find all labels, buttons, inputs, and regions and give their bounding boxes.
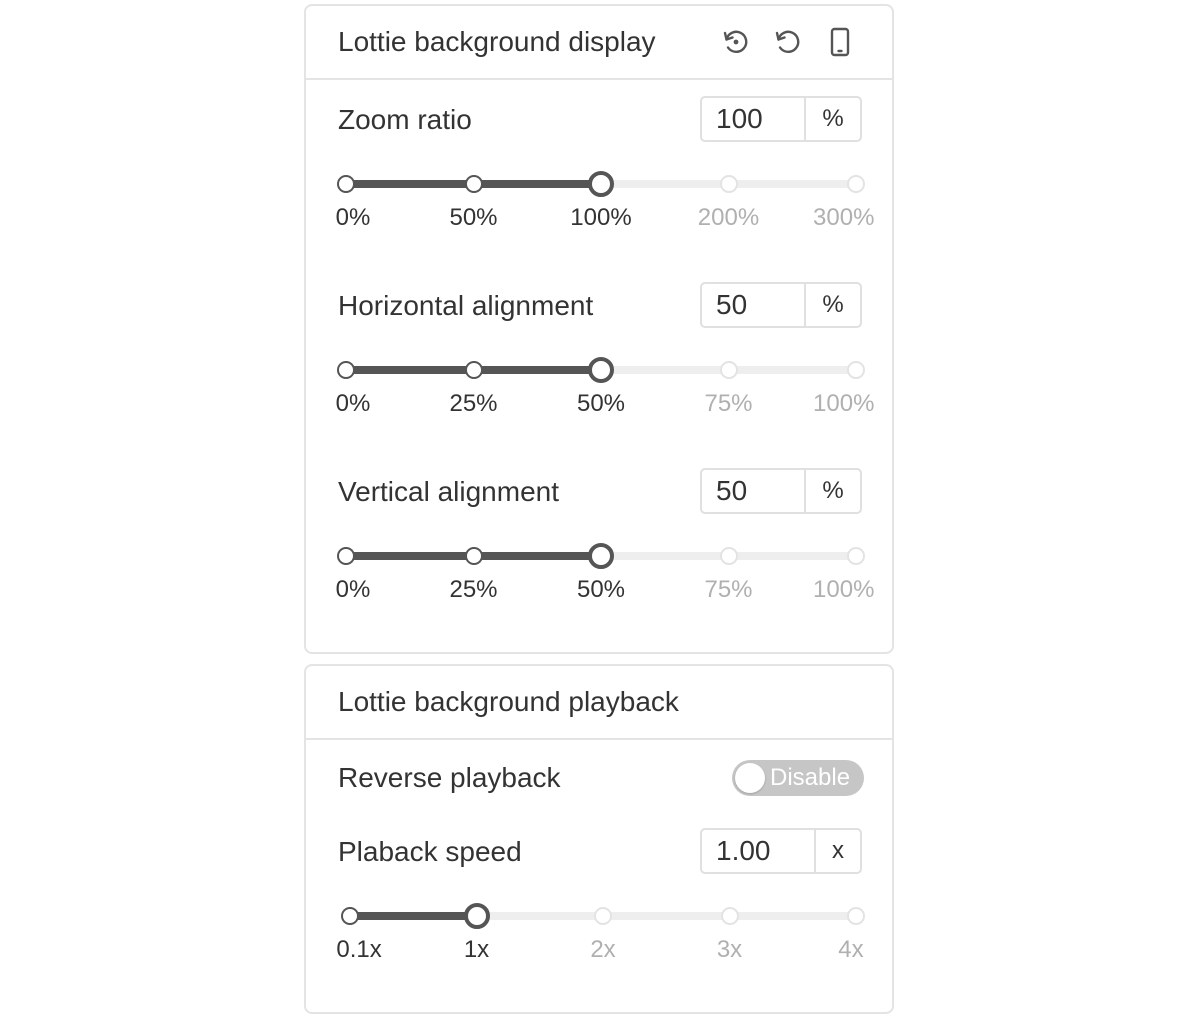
playback-speed-input[interactable]	[702, 830, 818, 872]
vertical-alignment-label: Vertical alignment	[338, 476, 560, 507]
horizontal-alignment-slider-handle[interactable]	[588, 357, 614, 383]
slider-step-dot[interactable]	[337, 361, 355, 379]
horizontal-alignment-unit: %	[804, 284, 860, 326]
slider-mark-label[interactable]: 0%	[336, 576, 371, 604]
slider-step-dot[interactable]	[464, 361, 483, 379]
playback-speed-field: x	[700, 828, 862, 874]
slider-step-dot[interactable]	[847, 175, 865, 193]
slider-mark-label[interactable]: 300%	[813, 204, 874, 232]
slider-mark-label[interactable]: 100%	[570, 204, 631, 232]
slider-step-dot[interactable]	[720, 907, 739, 925]
display-panel-title: Lottie background display	[338, 26, 656, 57]
slider-mark-label[interactable]: 25%	[449, 390, 497, 418]
slider-step-dot[interactable]	[719, 175, 738, 193]
zoom-ratio-label: Zoom ratio	[338, 104, 472, 135]
slider-step-dot[interactable]	[464, 175, 483, 193]
slider-mark-label[interactable]: 50%	[449, 204, 497, 232]
playback-panel-header: Lottie background playback	[306, 666, 892, 740]
slider-mark-label[interactable]: 2x	[590, 936, 615, 964]
display-panel: Lottie background display Zoom ratio 100…	[304, 4, 894, 654]
horizontal-alignment-field: %	[700, 282, 862, 328]
slider-step-dot[interactable]	[719, 547, 738, 565]
slider-mark-label[interactable]: 0%	[336, 390, 371, 418]
slider-step-dot[interactable]	[337, 175, 355, 193]
slider-mark-label[interactable]: 100%	[813, 576, 874, 604]
zoom-ratio-unit: %	[804, 98, 860, 140]
toggle-knob	[735, 763, 765, 793]
slider-mark-label[interactable]: 50%	[577, 390, 625, 418]
playback-panel: Lottie background playback Reverse playb…	[304, 664, 894, 1014]
zoom-ratio-slider-handle[interactable]	[588, 171, 614, 197]
vertical-alignment-input[interactable]	[702, 470, 808, 512]
slider-mark-label[interactable]: 4x	[838, 936, 863, 964]
slider-mark-label[interactable]: 25%	[449, 576, 497, 604]
playback-speed-slider-track	[350, 912, 477, 920]
reverse-playback-label: Reverse playback	[338, 762, 561, 793]
vertical-alignment-field: %	[700, 468, 862, 514]
slider-step-dot[interactable]	[847, 907, 865, 925]
vertical-alignment-slider-handle[interactable]	[588, 543, 614, 569]
horizontal-alignment-slider[interactable]: 0% 25% 50% 75% 100%	[306, 357, 892, 450]
undo-icon[interactable]	[772, 26, 804, 58]
zoom-ratio-field: %	[700, 96, 862, 142]
playback-speed-unit: x	[814, 830, 860, 872]
slider-step-dot[interactable]	[341, 907, 359, 925]
toggle-state-text: Disable	[770, 764, 851, 791]
slider-step-dot[interactable]	[464, 547, 483, 565]
slider-step-dot[interactable]	[719, 361, 738, 379]
reverse-playback-toggle[interactable]: Disable	[732, 760, 864, 796]
slider-mark-label[interactable]: 75%	[704, 576, 752, 604]
mobile-preview-icon[interactable]	[824, 26, 856, 58]
horizontal-alignment-input[interactable]	[702, 284, 808, 326]
slider-mark-label[interactable]: 1x	[464, 936, 489, 964]
slider-mark-label[interactable]: 50%	[577, 576, 625, 604]
playback-panel-title: Lottie background playback	[338, 686, 679, 717]
slider-mark-label[interactable]: 100%	[813, 390, 874, 418]
slider-mark-label[interactable]: 0.1x	[336, 936, 381, 964]
slider-step-dot[interactable]	[847, 547, 865, 565]
slider-step-dot[interactable]	[337, 547, 355, 565]
playback-speed-slider-handle[interactable]	[463, 903, 490, 929]
vertical-alignment-unit: %	[804, 470, 860, 512]
slider-mark-label[interactable]: 3x	[717, 936, 742, 964]
vertical-alignment-slider[interactable]: 0% 25% 50% 75% 100%	[306, 543, 892, 636]
slider-step-dot[interactable]	[594, 907, 612, 925]
slider-mark-label[interactable]: 0%	[336, 204, 371, 232]
slider-mark-label[interactable]: 75%	[704, 390, 752, 418]
zoom-ratio-slider[interactable]: 0% 50% 100% 200% 300%	[306, 171, 892, 264]
playback-speed-slider[interactable]: 0.1x 1x 2x 3x 4x	[306, 903, 892, 996]
display-panel-header: Lottie background display	[306, 6, 892, 80]
slider-mark-label[interactable]: 200%	[698, 204, 759, 232]
history-reset-icon[interactable]	[720, 26, 752, 58]
playback-speed-label: Plaback speed	[338, 836, 522, 867]
horizontal-alignment-label: Horizontal alignment	[338, 290, 594, 321]
zoom-ratio-input[interactable]	[702, 98, 808, 140]
slider-step-dot[interactable]	[847, 361, 865, 379]
